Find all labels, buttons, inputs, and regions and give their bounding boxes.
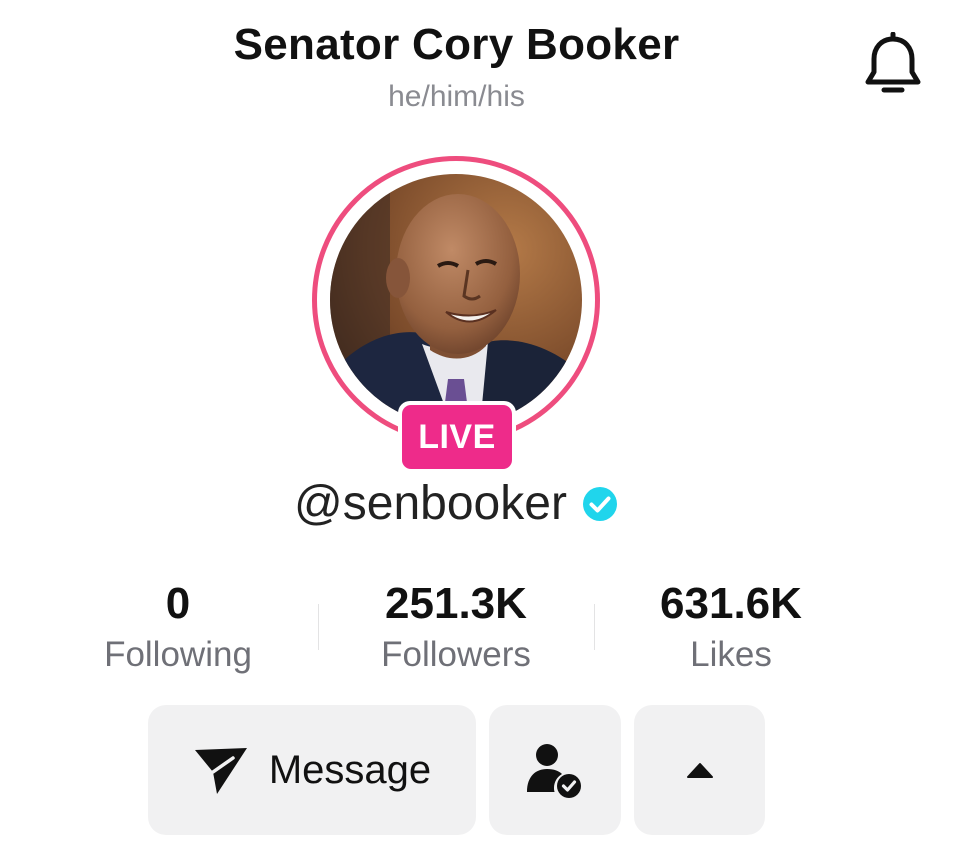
profile-page: Senator Cory Booker he/him/his LIVE @sen… [0, 0, 973, 864]
message-button[interactable]: Message [148, 705, 476, 835]
following-label: Following [104, 635, 252, 674]
friends-button[interactable] [489, 705, 621, 835]
page-title: Senator Cory Booker [233, 20, 680, 69]
stats-divider [594, 604, 595, 650]
avatar[interactable] [330, 174, 582, 426]
pronouns: he/him/his [388, 80, 525, 113]
verified-badge-icon [582, 486, 617, 521]
stat-likes[interactable]: 631.6K Likes [601, 578, 861, 678]
bell-icon [865, 32, 921, 93]
stat-followers[interactable]: 251.3K Followers [326, 578, 586, 678]
more-button[interactable] [634, 705, 765, 835]
followers-count: 251.3K [385, 579, 527, 628]
following-count: 0 [165, 579, 191, 628]
stat-following[interactable]: 0 Following [48, 578, 308, 678]
notification-button[interactable] [858, 30, 928, 100]
username: @senbooker [294, 477, 567, 530]
send-icon [194, 748, 247, 794]
live-badge[interactable]: LIVE [402, 405, 512, 469]
stats-divider [318, 604, 319, 650]
user-check-icon [527, 744, 581, 798]
avatar-photo [330, 174, 582, 426]
username-row: @senbooker [0, 476, 913, 531]
likes-label: Likes [690, 635, 772, 674]
message-label: Message [268, 747, 432, 792]
likes-count: 631.6K [660, 579, 802, 628]
caret-up-icon [686, 763, 713, 778]
followers-label: Followers [381, 635, 531, 674]
